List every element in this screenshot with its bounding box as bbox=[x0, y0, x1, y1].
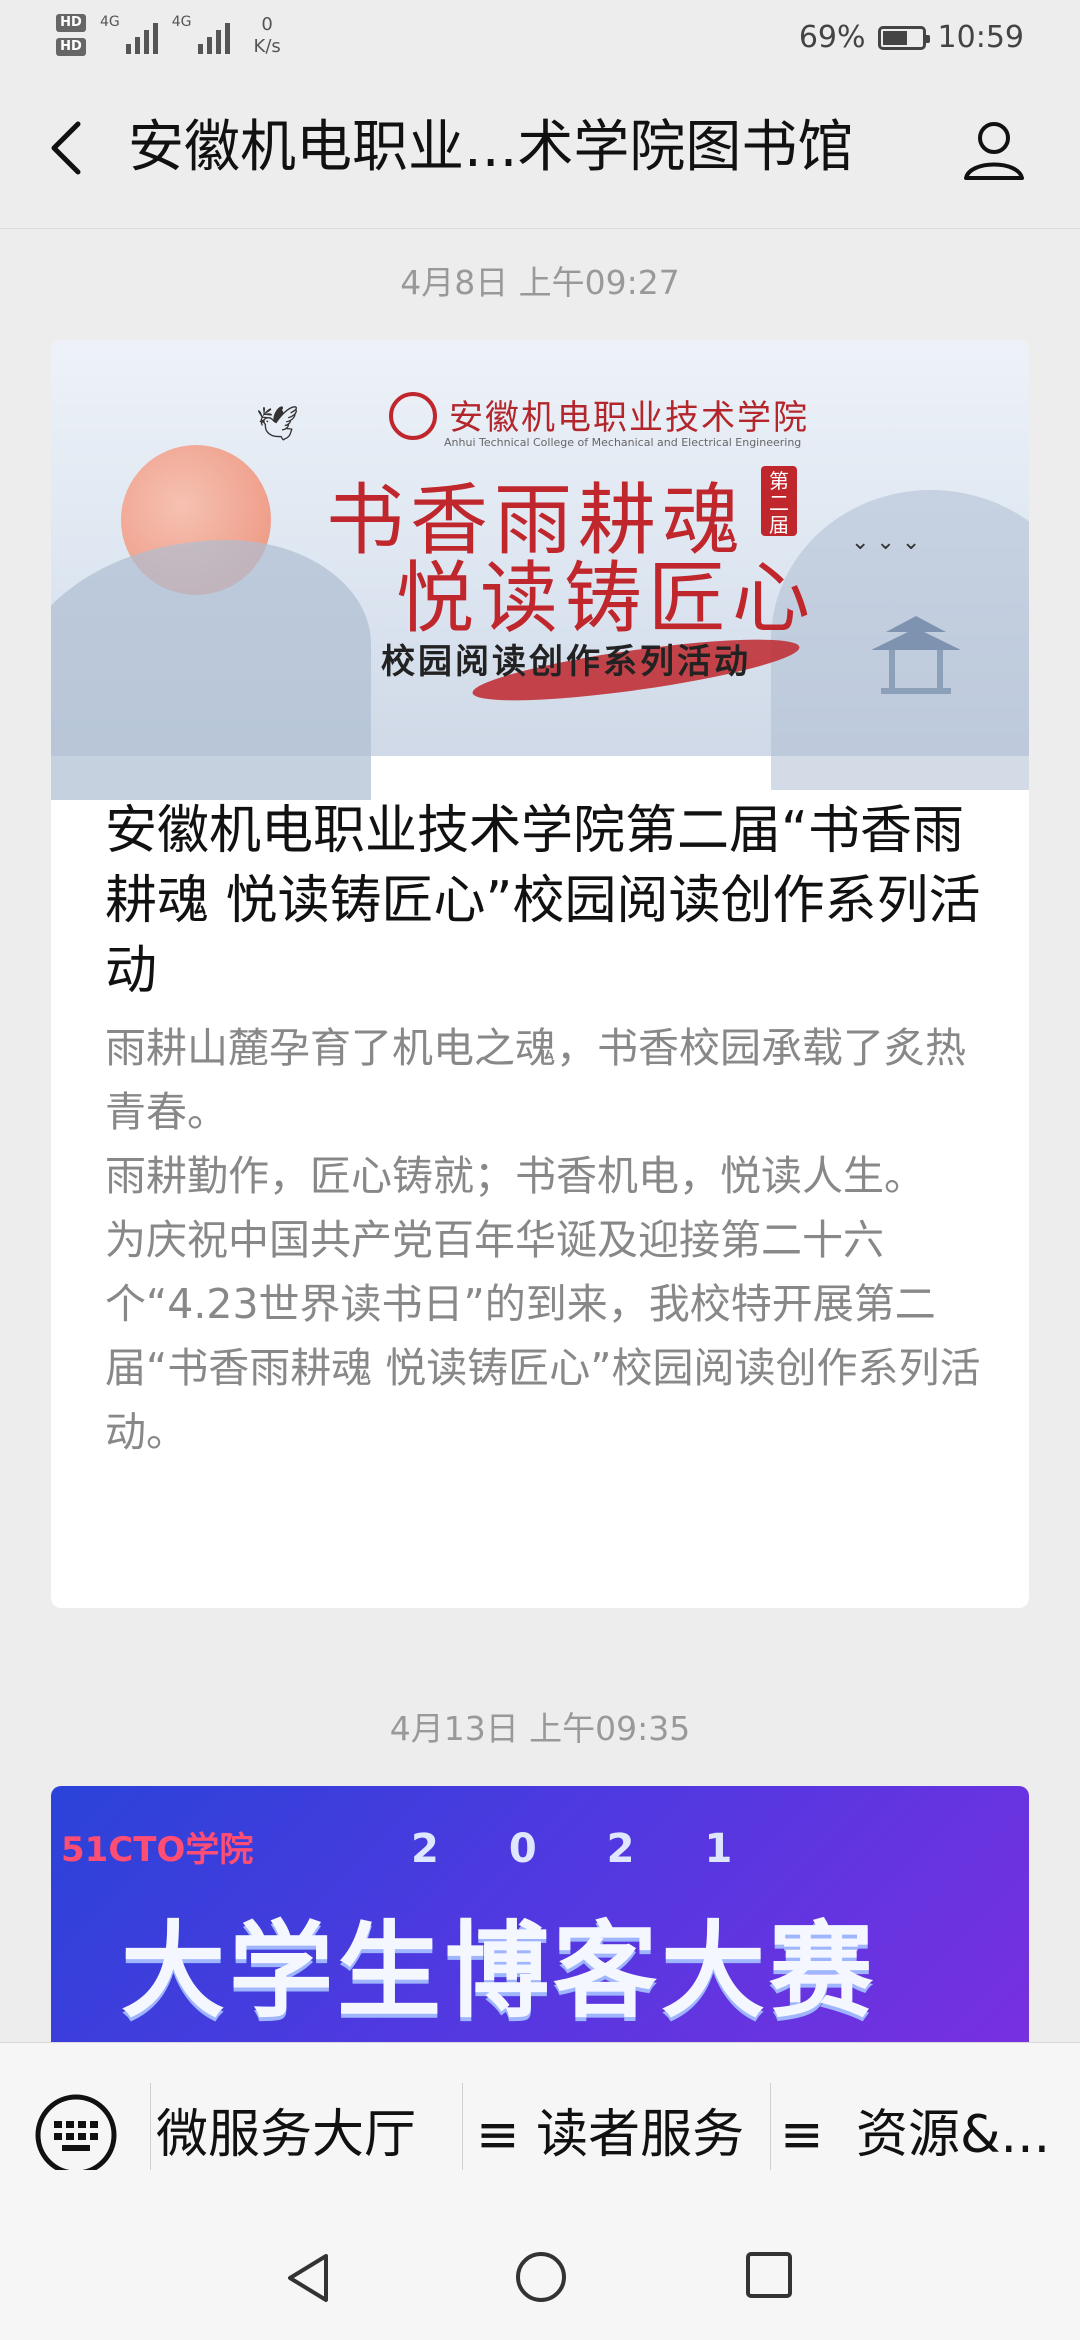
article-card[interactable]: 安徽机电职业技术学院 Anhui Technical College of Me… bbox=[51, 340, 1029, 1608]
hd-badges: HD HD bbox=[56, 14, 86, 56]
menu-item-resources-icon: ≡ bbox=[780, 2105, 824, 2165]
net-speed-value: 0 bbox=[261, 14, 273, 35]
menu-separator-3 bbox=[770, 2083, 771, 2183]
hd-badge-1: HD bbox=[56, 14, 86, 32]
menu-separator bbox=[150, 2083, 151, 2183]
top-nav-bar: 安徽机电职业...术学院图书馆 bbox=[0, 72, 1080, 229]
person-icon[interactable] bbox=[960, 116, 1028, 184]
article-description: 雨耕山麓孕育了机电之魂，书香校园承载了炙热青春。 雨耕勤作，匠心铸就；书香机电，… bbox=[105, 1024, 981, 1456]
article-banner[interactable]: 安徽机电职业技术学院 Anhui Technical College of Me… bbox=[51, 340, 1029, 800]
hd-badge-2: HD bbox=[56, 38, 86, 56]
article-banner-2[interactable]: 51CTO学院 2021 大学生博客大赛 bbox=[51, 1786, 1029, 2046]
banner-brand: 51CTO学院 bbox=[61, 1830, 254, 1870]
square-recents-icon[interactable] bbox=[744, 2250, 794, 2300]
banner-mountain bbox=[51, 540, 371, 800]
geese-icon: ⌄ ⌄ ⌄ bbox=[851, 530, 921, 555]
status-right: 69% 10:59 bbox=[799, 20, 1024, 55]
swallow-icon: 🕊 bbox=[256, 404, 300, 444]
banner-year: 2021 bbox=[411, 1826, 803, 1872]
banner-school-name: 安徽机电职业技术学院 bbox=[449, 398, 809, 438]
triangle-back-icon[interactable] bbox=[282, 2250, 332, 2306]
signal-icon-1: 4G bbox=[100, 14, 158, 54]
system-navigation-bar bbox=[0, 2170, 1080, 2340]
signal-2-label: 4G bbox=[171, 14, 192, 30]
circle-home-icon[interactable] bbox=[514, 2250, 568, 2304]
banner-subtitle: 校园阅读创作系列活动 bbox=[381, 642, 751, 682]
menu-separator-2 bbox=[462, 2083, 463, 2183]
menu-item-resources[interactable]: 资源&... bbox=[856, 2103, 1050, 2167]
banner-school-name-en: Anhui Technical College of Mechanical an… bbox=[444, 436, 802, 449]
message-timestamp-2: 4月13日 上午09:35 bbox=[389, 1709, 691, 1748]
banner-edition-badge: 第二届 bbox=[761, 466, 797, 536]
article-title[interactable]: 安徽机电职业技术学院第二届“书香雨耕魂 悦读铸匠心”校园阅读创作系列活动 bbox=[105, 796, 985, 1006]
message-timestamp: 4月8日 上午09:27 bbox=[400, 263, 680, 302]
keyboard-icon[interactable] bbox=[32, 2091, 120, 2179]
menu-item-micro-service-hall[interactable]: 微服务大厅 bbox=[156, 2103, 416, 2167]
net-speed-unit: K/s bbox=[253, 36, 281, 57]
clock: 10:59 bbox=[937, 20, 1024, 55]
pavilion-icon bbox=[871, 616, 961, 694]
battery-icon bbox=[877, 25, 930, 50]
net-speed: 0 K/s bbox=[254, 14, 281, 58]
signal-1-label: 4G bbox=[100, 14, 120, 30]
signal-icon-2: 4G bbox=[172, 14, 230, 54]
status-bar: HD HD 4G 4G 0 K/s 69% 10:59 bbox=[0, 0, 1080, 72]
status-left: HD HD 4G 4G 0 K/s bbox=[56, 14, 281, 58]
page-title: 安徽机电职业...术学院图书馆 bbox=[128, 115, 854, 180]
battery-percent: 69% bbox=[798, 20, 866, 55]
article-card-2[interactable]: 51CTO学院 2021 大学生博客大赛 bbox=[51, 1786, 1029, 2046]
chevron-left-icon[interactable] bbox=[40, 116, 100, 180]
menu-item-reader-services[interactable]: ≡ 读者服务 bbox=[476, 2103, 744, 2167]
school-seal-icon bbox=[389, 392, 437, 440]
banner-headline: 大学生博客大赛 bbox=[121, 1910, 878, 2032]
banner-headline-2: 悦读铸匠心 bbox=[396, 554, 817, 644]
